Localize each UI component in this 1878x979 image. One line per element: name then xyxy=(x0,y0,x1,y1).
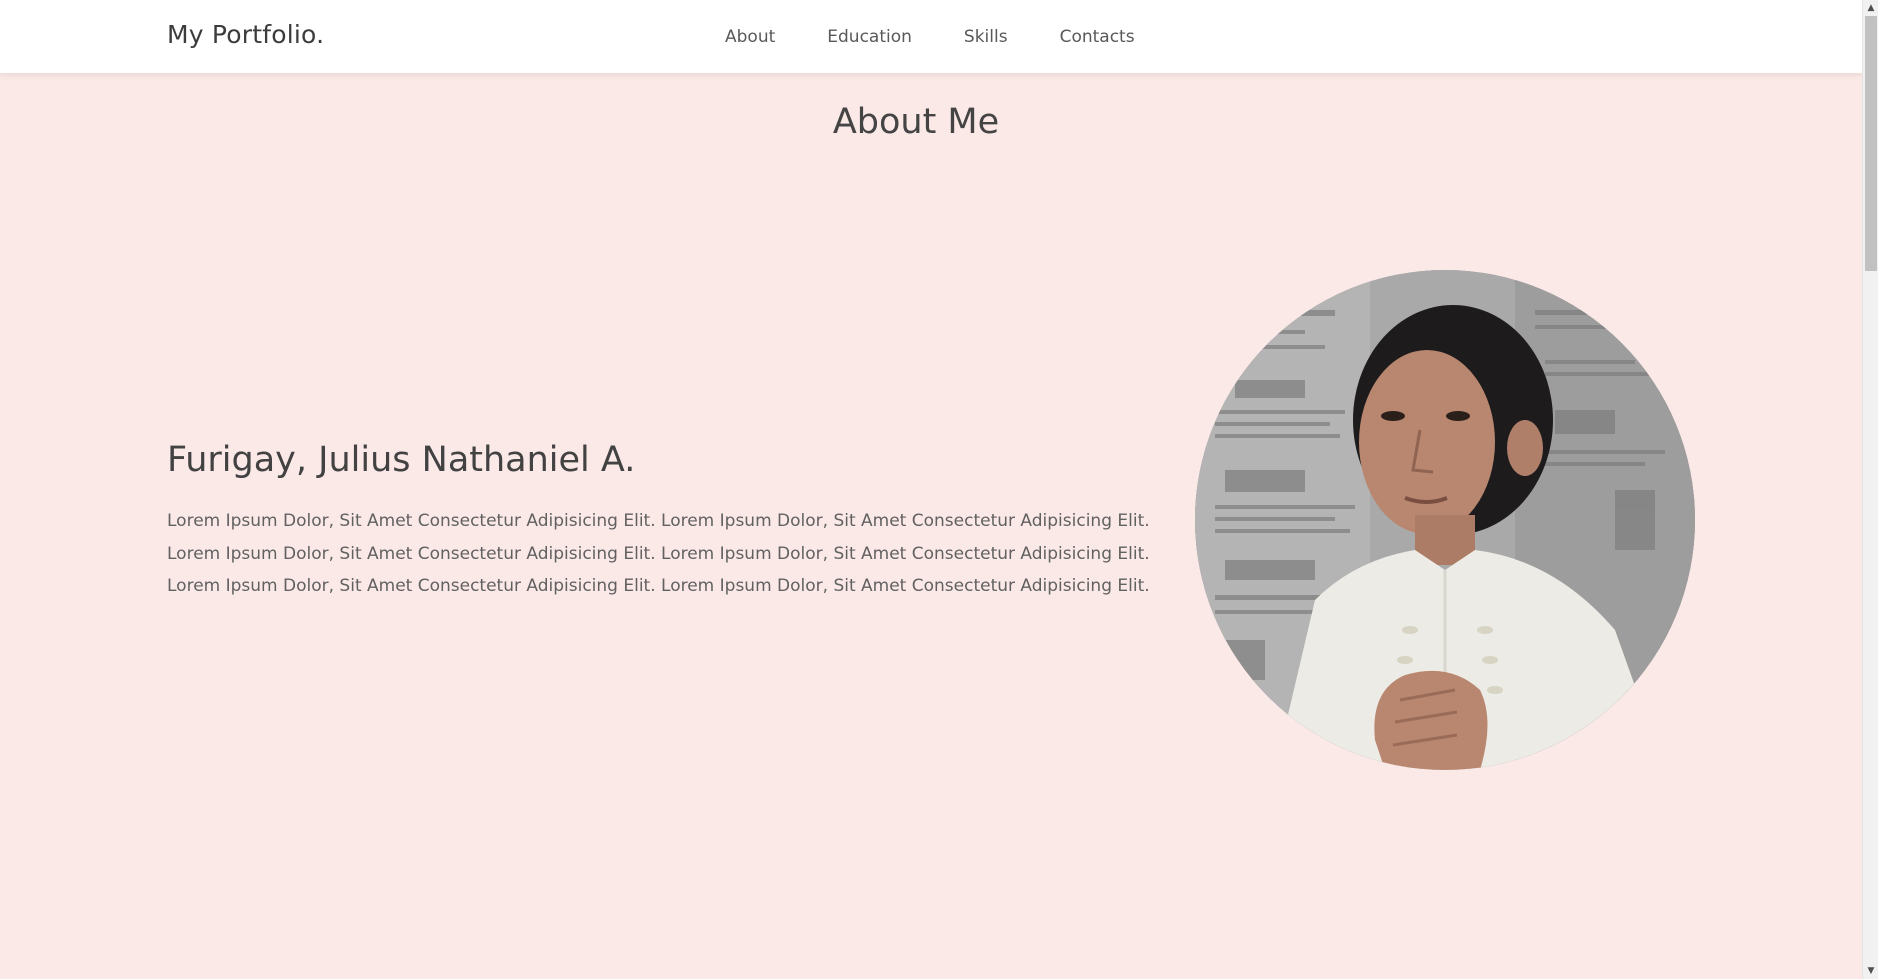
chevron-down-icon[interactable]: ▼ xyxy=(1863,963,1878,979)
profile-name: Furigay, Julius Nathaniel A. xyxy=(167,440,636,480)
vertical-scrollbar[interactable]: ▲ ▼ xyxy=(1862,0,1878,979)
chevron-up-icon[interactable]: ▲ xyxy=(1863,0,1878,16)
site-logo[interactable]: My Portfolio. xyxy=(167,20,324,49)
site-header: My Portfolio. About Education Skills Con… xyxy=(0,0,1862,73)
profile-description: Lorem Ipsum Dolor, Sit Amet Consectetur … xyxy=(167,511,1150,596)
nav-link-contacts[interactable]: Contacts xyxy=(1060,27,1135,47)
nav-link-about[interactable]: About xyxy=(725,27,775,47)
page-viewport: My Portfolio. About Education Skills Con… xyxy=(0,0,1862,977)
scrollbar-thumb[interactable] xyxy=(1865,16,1877,271)
profile-photo xyxy=(1195,270,1695,770)
nav-link-education[interactable]: Education xyxy=(827,27,912,47)
main-nav: About Education Skills Contacts xyxy=(725,27,1135,47)
profile-photo-illustration xyxy=(1195,270,1695,770)
nav-link-skills[interactable]: Skills xyxy=(964,27,1008,47)
section-title: About Me xyxy=(832,102,1000,142)
